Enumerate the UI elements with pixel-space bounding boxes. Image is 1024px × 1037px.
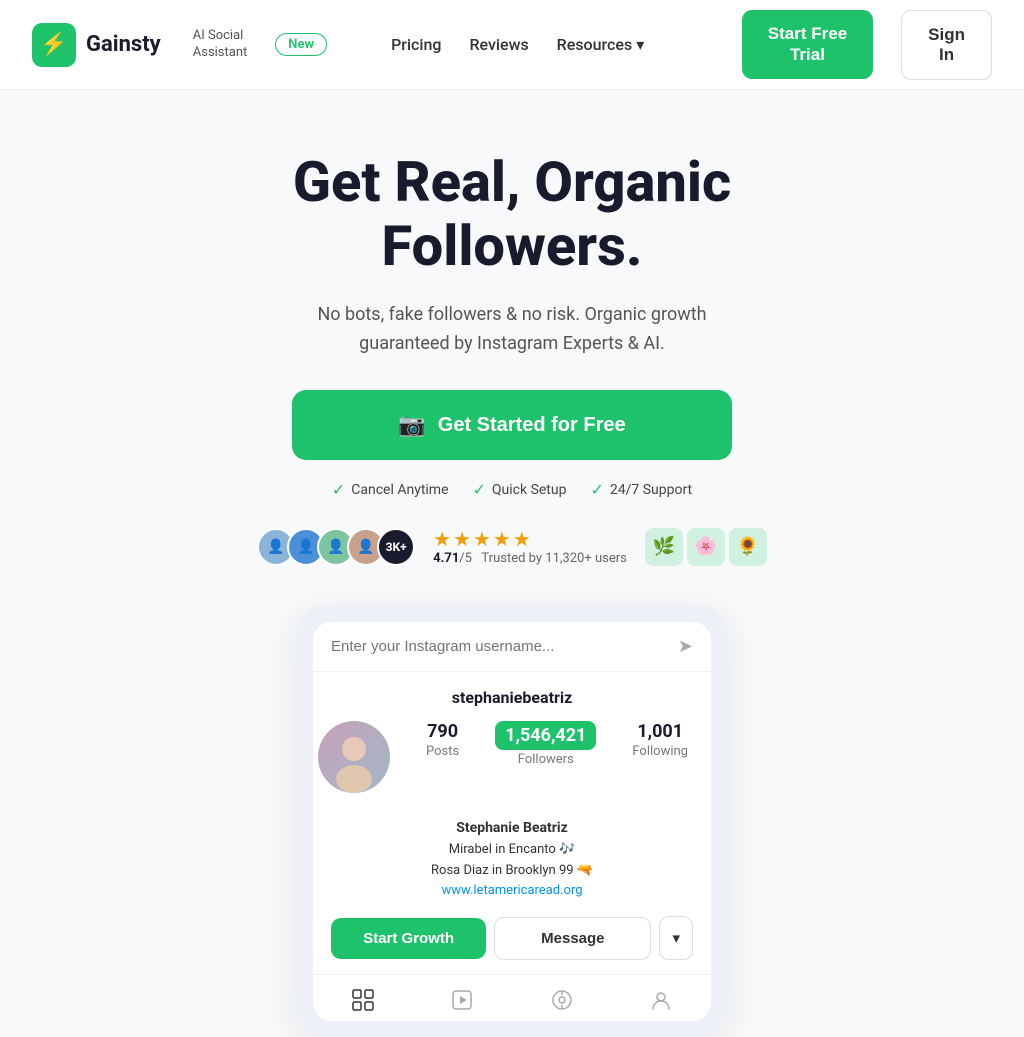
tab-profile[interactable] <box>612 985 712 1015</box>
phone-mockup-section: ➤ stephaniebeatriz <box>32 606 992 1037</box>
sign-in-button[interactable]: Sign In <box>901 10 992 80</box>
nav-link-resources[interactable]: Resources ▾ <box>557 35 645 54</box>
phone-inner: ➤ stephaniebeatriz <box>313 622 711 1021</box>
rating-value: 4.71 <box>433 551 459 566</box>
logo-link[interactable]: ⚡ Gainsty <box>32 23 161 67</box>
nav-links: Pricing Reviews Resources ▾ <box>359 0 676 90</box>
logo-text: Gainsty <box>86 32 161 57</box>
social-proof: 👤 👤 👤 👤 3K+ ★★★★★ 4.71/5 Trusted by 11,3… <box>257 527 767 566</box>
check-cancel: ✓ Cancel Anytime <box>332 480 449 499</box>
star-rating: ★★★★★ <box>433 527 533 551</box>
check-support: ✓ 24/7 Support <box>590 480 692 499</box>
profile-header: stephaniebeatriz <box>313 672 711 809</box>
check-icon: ✓ <box>332 480 345 499</box>
profile-bio: Stephanie Beatriz Mirabel in Encanto 🎶 R… <box>313 809 711 916</box>
instagram-icon: 📷 <box>398 412 425 438</box>
rating-block: ★★★★★ 4.71/5 Trusted by 11,320+ users <box>433 527 627 566</box>
navbar: ⚡ Gainsty AI Social Assistant New Pricin… <box>0 0 1024 90</box>
check-setup: ✓ Quick Setup <box>473 480 567 499</box>
avatar-group: 👤 👤 👤 👤 3K+ <box>257 528 415 566</box>
start-trial-button[interactable]: Start Free Trial <box>742 10 873 79</box>
logo-icon: ⚡ <box>32 23 76 67</box>
hero-subtitle: No bots, fake followers & no risk. Organ… <box>282 301 742 359</box>
nav-link-reviews[interactable]: Reviews <box>469 35 528 54</box>
nav-tagline: AI Social Assistant <box>193 28 248 62</box>
hero-title: Get Real, Organic Followers. <box>242 150 782 279</box>
tab-reels[interactable] <box>413 985 513 1015</box>
proof-img: 🌿 <box>645 528 683 566</box>
profile-actions: Start Growth Message ▾ <box>313 916 711 974</box>
stat-following: 1,001 Following <box>614 721 706 759</box>
check-icon: ✓ <box>473 480 486 499</box>
get-started-button[interactable]: 📷 Get Started for Free <box>292 390 732 460</box>
start-growth-button[interactable]: Start Growth <box>331 918 486 959</box>
instagram-username-input[interactable] <box>331 638 668 655</box>
search-submit-icon[interactable]: ➤ <box>678 636 693 657</box>
proof-images: 🌿 🌸 🌻 <box>645 528 767 566</box>
profile-username: stephaniebeatriz <box>452 688 573 707</box>
more-options-button[interactable]: ▾ <box>659 916 693 960</box>
check-icon: ✓ <box>590 480 603 499</box>
avatar-count: 3K+ <box>377 528 415 566</box>
rating-text: 4.71/5 Trusted by 11,320+ users <box>433 551 627 566</box>
profile-stats: 790 Posts 1,546,421 Followers 1,001 Foll… <box>331 721 693 793</box>
stat-followers: 1,546,421 Followers <box>477 721 614 767</box>
message-button[interactable]: Message <box>494 917 651 960</box>
proof-img: 🌸 <box>687 528 725 566</box>
stat-posts: 790 Posts <box>408 721 477 759</box>
tab-explore[interactable] <box>512 985 612 1015</box>
phone-bottom-tabs <box>313 974 711 1021</box>
cta-checks: ✓ Cancel Anytime ✓ Quick Setup ✓ 24/7 Su… <box>332 480 692 499</box>
profile-link[interactable]: www.letamericaread.org <box>441 883 582 898</box>
new-badge[interactable]: New <box>275 33 327 56</box>
phone-search-bar: ➤ <box>313 622 711 672</box>
nav-link-pricing[interactable]: Pricing <box>391 35 441 54</box>
chevron-down-icon: ▾ <box>636 35 644 54</box>
phone-outer: ➤ stephaniebeatriz <box>297 606 727 1037</box>
hero-section: Get Real, Organic Followers. No bots, fa… <box>0 90 1024 1037</box>
profile-avatar <box>318 721 390 793</box>
proof-img: 🌻 <box>729 528 767 566</box>
tab-grid[interactable] <box>313 985 413 1015</box>
